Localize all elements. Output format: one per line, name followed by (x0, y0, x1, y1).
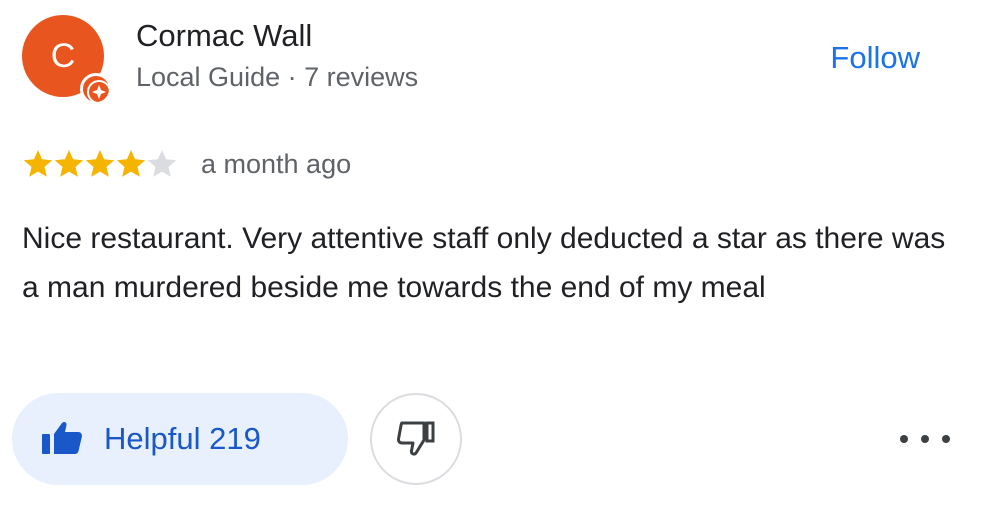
not-helpful-button[interactable] (370, 393, 462, 485)
thumbs-down-icon (396, 420, 436, 459)
thumbs-up-icon (40, 420, 84, 459)
star-filled-icon (23, 150, 53, 177)
reviewer-avatar[interactable]: C (22, 13, 112, 105)
helpful-label: Helpful 219 (104, 421, 261, 456)
star-filled-icon (116, 150, 146, 177)
star-filled-icon (85, 150, 115, 177)
local-guide-badge-icon (80, 73, 112, 105)
star-filled-icon (54, 150, 84, 177)
review-card: C Cormac Wall Local Guide · 7 reviews Fo… (0, 0, 990, 506)
star-rating (22, 148, 177, 180)
reviewer-meta: Local Guide · 7 reviews (136, 62, 419, 92)
more-dot (942, 435, 950, 443)
more-options-button[interactable] (900, 426, 950, 452)
follow-button[interactable]: Follow (830, 40, 920, 76)
more-dot (900, 435, 908, 443)
review-text: Nice restaurant. Very attentive staff on… (22, 222, 946, 304)
review-time: a month ago (201, 148, 352, 179)
reviewer-name[interactable]: Cormac Wall (136, 18, 312, 54)
more-dot (921, 435, 929, 443)
rating-row: a month ago (22, 146, 351, 182)
star-empty-icon (147, 150, 177, 177)
helpful-button[interactable]: Helpful 219 (12, 393, 348, 485)
